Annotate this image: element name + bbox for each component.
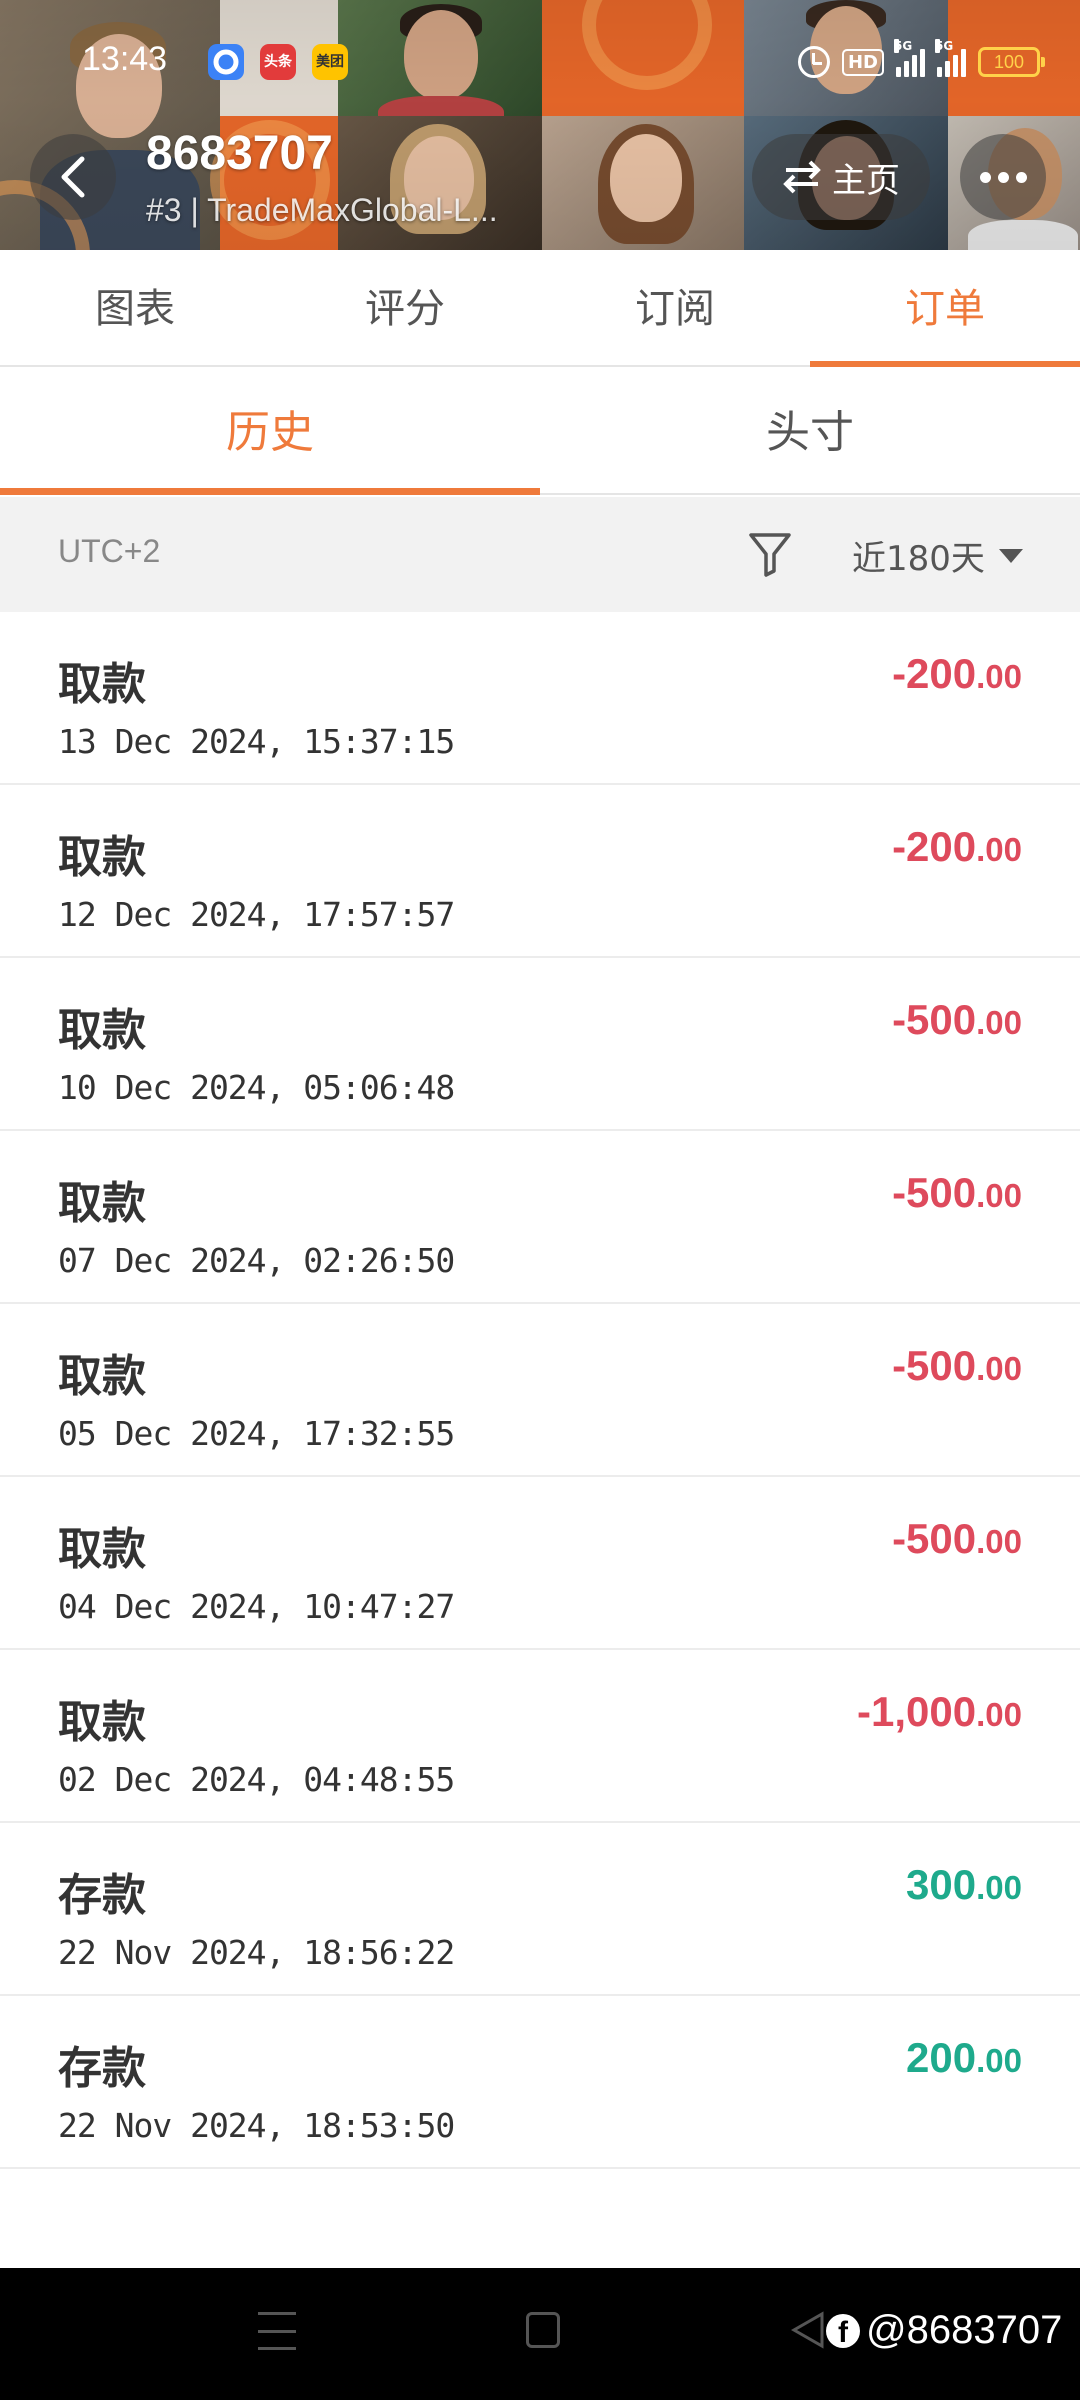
- period-label: 近180天: [852, 539, 985, 579]
- tab-history[interactable]: 历史: [0, 369, 540, 495]
- signal-icon: 5G: [894, 39, 925, 77]
- more-dot-icon: [979, 171, 991, 183]
- amount-integer: -500: [892, 1169, 977, 1216]
- watermark-text: @8683707: [866, 2308, 1063, 2352]
- facebook-icon: f: [826, 2313, 860, 2348]
- filter-bar: UTC+2 近180天: [0, 497, 1080, 612]
- amount-integer: -1,000: [857, 1688, 977, 1735]
- transaction-type: 取款: [58, 1178, 146, 1229]
- period-dropdown[interactable]: 近180天: [852, 531, 1023, 580]
- transaction-row[interactable]: 取款 05 Dec 2024, 17:32:55 -500.00: [0, 1304, 1080, 1477]
- amount-integer: 200: [906, 2034, 977, 2081]
- amount-decimal: .00: [976, 1696, 1022, 1733]
- amount-decimal: .00: [976, 1523, 1022, 1560]
- amount-integer: -200: [892, 650, 977, 697]
- hd-icon: HD: [841, 48, 884, 76]
- caret-down-icon: [998, 548, 1023, 563]
- amount-decimal: .00: [976, 1869, 1022, 1906]
- transaction-row[interactable]: 取款 10 Dec 2024, 05:06:48 -500.00: [0, 958, 1080, 1131]
- sub-tab-bar: 历史 头寸: [0, 369, 1080, 495]
- main-tab-bar: 图表 评分 订阅 订单: [0, 250, 1080, 367]
- transaction-row[interactable]: 取款 07 Dec 2024, 02:26:50 -500.00: [0, 1131, 1080, 1304]
- transaction-amount: -200.00: [892, 650, 1022, 698]
- watermark: f @8683707: [826, 2308, 1062, 2353]
- transaction-datetime: 07 Dec 2024, 02:26:50: [58, 1241, 455, 1280]
- transaction-type: 存款: [58, 1870, 146, 1921]
- transaction-row[interactable]: 存款 22 Nov 2024, 18:53:50 200.00: [0, 1996, 1080, 2169]
- more-options-button[interactable]: [960, 134, 1046, 220]
- meituan-app-icon: 美团: [312, 44, 348, 80]
- amount-decimal: .00: [976, 1350, 1022, 1387]
- transaction-amount: -500.00: [892, 996, 1022, 1044]
- tab-rating[interactable]: 评分: [270, 250, 540, 365]
- transaction-datetime: 12 Dec 2024, 17:57:57: [58, 895, 455, 934]
- home-button[interactable]: 主页: [752, 134, 930, 220]
- transaction-amount: -1,000.00: [857, 1688, 1022, 1736]
- amount-integer: -500: [892, 1342, 977, 1389]
- transaction-amount: -500.00: [892, 1515, 1022, 1563]
- tab-positions[interactable]: 头寸: [540, 369, 1080, 493]
- filter-icon[interactable]: [748, 531, 792, 581]
- transaction-amount: -500.00: [892, 1342, 1022, 1390]
- account-title: 8683707: [146, 127, 333, 180]
- alarm-icon: [797, 46, 830, 78]
- back-button[interactable]: [30, 134, 116, 220]
- transaction-type: 取款: [58, 832, 146, 883]
- amount-integer: -500: [892, 1515, 977, 1562]
- more-dot-icon: [1015, 171, 1027, 183]
- header-banner: 13:43 头条 美团 HD 5G 5G 100 8683707 #3 | Tr…: [0, 0, 1080, 250]
- amount-decimal: .00: [976, 1004, 1022, 1041]
- amount-integer: -200: [892, 823, 977, 870]
- status-time: 13:43: [82, 40, 168, 78]
- transaction-amount: 300.00: [906, 1861, 1022, 1909]
- transaction-datetime: 22 Nov 2024, 18:56:22: [58, 1933, 455, 1972]
- transaction-datetime: 02 Dec 2024, 04:48:55: [58, 1760, 455, 1799]
- transaction-row[interactable]: 取款 04 Dec 2024, 10:47:27 -500.00: [0, 1477, 1080, 1650]
- more-dot-icon: [997, 171, 1009, 183]
- status-indicators: HD 5G 5G 100: [797, 39, 1045, 82]
- transaction-type: 取款: [58, 1524, 146, 1575]
- amount-integer: 300: [906, 1861, 977, 1908]
- transaction-datetime: 05 Dec 2024, 17:32:55: [58, 1414, 455, 1453]
- transaction-list: 取款 13 Dec 2024, 15:37:15 -200.00 取款 12 Dec 2…: [0, 612, 1080, 2169]
- transaction-type: 取款: [58, 1697, 146, 1748]
- swap-icon: [783, 160, 821, 194]
- signal-icon: 5G: [935, 39, 966, 77]
- tab-orders[interactable]: 订单: [810, 250, 1080, 367]
- timezone-label: UTC+2: [58, 533, 161, 569]
- transaction-type: 取款: [58, 659, 146, 710]
- chevron-left-icon: [61, 156, 85, 198]
- transaction-row[interactable]: 取款 02 Dec 2024, 04:48:55 -1,000.00: [0, 1650, 1080, 1823]
- recent-apps-button[interactable]: [258, 2312, 296, 2350]
- transaction-amount: -500.00: [892, 1169, 1022, 1217]
- account-subtitle: #3 | TradeMaxGlobal-L...: [146, 192, 498, 228]
- transaction-amount: 200.00: [906, 2034, 1022, 2082]
- transaction-row[interactable]: 取款 13 Dec 2024, 15:37:15 -200.00: [0, 612, 1080, 785]
- back-nav-button[interactable]: [790, 2310, 826, 2354]
- amount-decimal: .00: [976, 658, 1022, 695]
- transaction-datetime: 04 Dec 2024, 10:47:27: [58, 1587, 455, 1626]
- transaction-datetime: 13 Dec 2024, 15:37:15: [58, 722, 455, 761]
- transaction-row[interactable]: 存款 22 Nov 2024, 18:56:22 300.00: [0, 1823, 1080, 1996]
- transaction-type: 存款: [58, 2043, 146, 2094]
- browser-app-icon: [208, 44, 244, 80]
- amount-integer: -500: [892, 996, 977, 1043]
- system-nav-bar: f @8683707: [0, 2268, 1080, 2400]
- tab-chart[interactable]: 图表: [0, 250, 270, 365]
- transaction-amount: -200.00: [892, 823, 1022, 871]
- battery-icon: 100: [978, 47, 1045, 77]
- amount-decimal: .00: [976, 2042, 1022, 2079]
- home-label: 主页: [832, 160, 900, 201]
- amount-decimal: .00: [976, 831, 1022, 868]
- toutiao-app-icon: 头条: [260, 44, 296, 80]
- transaction-row[interactable]: 取款 12 Dec 2024, 17:57:57 -200.00: [0, 785, 1080, 958]
- transaction-datetime: 22 Nov 2024, 18:53:50: [58, 2106, 455, 2145]
- home-nav-button[interactable]: [526, 2312, 560, 2348]
- transaction-type: 取款: [58, 1005, 146, 1056]
- transaction-datetime: 10 Dec 2024, 05:06:48: [58, 1068, 455, 1107]
- tab-subscribe[interactable]: 订阅: [540, 250, 810, 365]
- amount-decimal: .00: [976, 1177, 1022, 1214]
- transaction-type: 取款: [58, 1351, 146, 1402]
